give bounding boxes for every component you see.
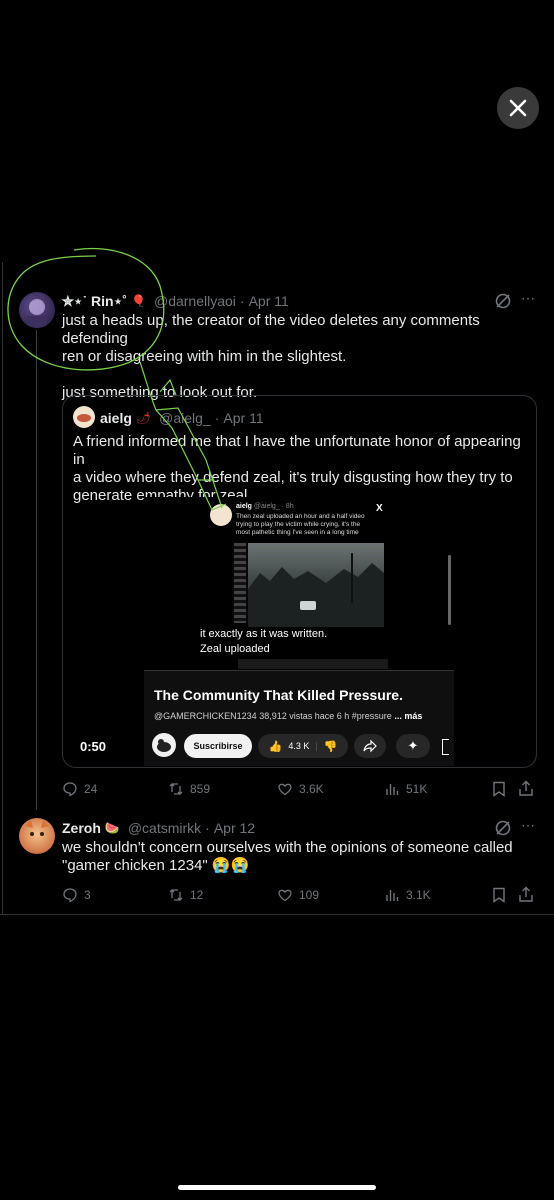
display-name[interactable]: Zeroh — [62, 820, 101, 836]
share-icon[interactable] — [518, 886, 534, 908]
inner-name: aielg — [236, 503, 252, 510]
handle[interactable]: @catsmirkk — [128, 820, 201, 836]
video-meta: @GAMERCHICKEN1234 38,912 vistas hace 6 h… — [154, 711, 422, 721]
divider — [0, 914, 554, 915]
name-emoji: 🍉 — [104, 821, 120, 835]
bookmark-icon[interactable] — [492, 887, 506, 908]
subscribe-button[interactable]: Suscribirse — [184, 734, 252, 758]
avatar[interactable] — [19, 818, 55, 854]
date[interactable]: Apr 11 — [249, 293, 289, 309]
inner-text: Then zeal uploaded an hour and a half vi… — [236, 513, 365, 536]
repost-icon — [169, 889, 183, 901]
channel-avatar[interactable] — [152, 733, 176, 757]
inner-handle: @aielg_ · 8h — [253, 503, 294, 510]
like-icon — [278, 783, 292, 796]
like-icon — [278, 889, 292, 902]
x-logo-icon: X — [376, 503, 383, 514]
share-video-button[interactable] — [354, 734, 386, 758]
close-icon — [509, 99, 527, 117]
reply-icon — [63, 782, 77, 797]
quote-text: A friend informed me that I have the unf… — [73, 433, 521, 504]
repost-button[interactable]: 859 — [168, 781, 210, 797]
video-frame — [248, 543, 384, 627]
close-button[interactable] — [497, 87, 539, 129]
views-button[interactable]: 51K — [384, 781, 427, 797]
tweet-header: Zeroh 🍉 @catsmirkk · Apr 12 — [62, 820, 256, 836]
ai-button[interactable]: ✦ — [396, 734, 430, 758]
bookmark-icon[interactable] — [492, 781, 506, 802]
mini-toolbar — [238, 659, 388, 669]
reply-count: 24 — [84, 782, 98, 796]
file-thumbnails — [234, 543, 246, 623]
tweet-text: we shouldn't concern ourselves with the … — [62, 839, 513, 874]
like-count: 3.6K — [299, 782, 324, 796]
view-count: 3.1K — [406, 888, 431, 902]
reply-count: 3 — [84, 888, 91, 902]
video-title[interactable]: The Community That Killed Pressure. — [154, 687, 403, 703]
reply-button[interactable]: 3 — [62, 887, 91, 903]
views-icon — [386, 784, 399, 795]
caption-line-1: it exactly as it was written. — [200, 628, 328, 640]
repost-icon — [169, 783, 183, 795]
tweet-text: just a heads up, the creator of the vide… — [62, 312, 480, 401]
quote-display-name: aielg — [100, 410, 132, 426]
tweet-header: ✮⋆˙ Rin⋆˚ 🎈 @darnellyaoi · Apr 11 — [62, 292, 289, 310]
quote-emoji: 🌶 — [135, 411, 152, 425]
thumbs-up-icon[interactable]: 👍 — [269, 740, 283, 753]
more-icon[interactable]: ⋯ — [521, 290, 535, 307]
display-name[interactable]: ✮⋆˙ Rin⋆˚ — [62, 293, 127, 310]
avatar[interactable] — [19, 292, 55, 328]
hashtag[interactable]: #pressure — [352, 711, 392, 721]
quote-handle: @aielg_ — [159, 410, 211, 426]
handle[interactable]: @darnellyaoi — [154, 293, 236, 309]
views-button[interactable]: 3.1K — [384, 887, 431, 903]
views-icon — [386, 890, 399, 901]
like-count: 109 — [299, 888, 320, 902]
repost-button[interactable]: 12 — [168, 887, 203, 903]
home-indicator[interactable] — [178, 1185, 376, 1190]
caption-line-2: Zeal uploaded — [200, 643, 270, 655]
thumbs-down-icon[interactable]: 👎 — [324, 740, 338, 753]
view-count: 51K — [406, 782, 428, 796]
channel-handle[interactable]: @GAMERCHICKEN1234 — [154, 711, 257, 721]
video-like-count: 4.3 K — [288, 741, 310, 751]
quote-header: aielg 🌶 @aielg_ · Apr 11 — [100, 410, 264, 426]
more-link[interactable]: ... más — [394, 711, 422, 721]
like-button[interactable]: 3.6K — [277, 781, 324, 797]
forward-icon — [363, 739, 377, 753]
more-icon[interactable]: ⋯ — [521, 817, 535, 834]
quote-date: Apr 11 — [223, 410, 264, 426]
inner-avatar — [210, 504, 232, 526]
video-screenshot[interactable]: aielg @aielg_ · 8h X Then zeal uploaded … — [144, 497, 454, 766]
repost-count: 859 — [190, 782, 211, 796]
like-button[interactable]: 109 — [277, 887, 319, 903]
reply-button[interactable]: 24 — [62, 781, 97, 797]
more-actions-icon[interactable] — [442, 739, 449, 755]
repost-count: 12 — [190, 888, 204, 902]
name-emoji: 🎈 — [131, 294, 146, 308]
left-border — [2, 262, 3, 914]
like-dislike-pill[interactable]: 👍 4.3 K | 👎 — [258, 734, 348, 758]
video-time: 0:50 — [80, 739, 107, 754]
date[interactable]: Apr 12 — [214, 820, 255, 836]
share-icon[interactable] — [518, 780, 534, 802]
reply-icon — [63, 888, 77, 903]
view-count: 38,912 vistas hace 6 h — [259, 711, 350, 721]
scrollbar[interactable] — [448, 555, 451, 625]
thread-connector — [36, 330, 37, 810]
quote-avatar[interactable] — [73, 406, 95, 428]
